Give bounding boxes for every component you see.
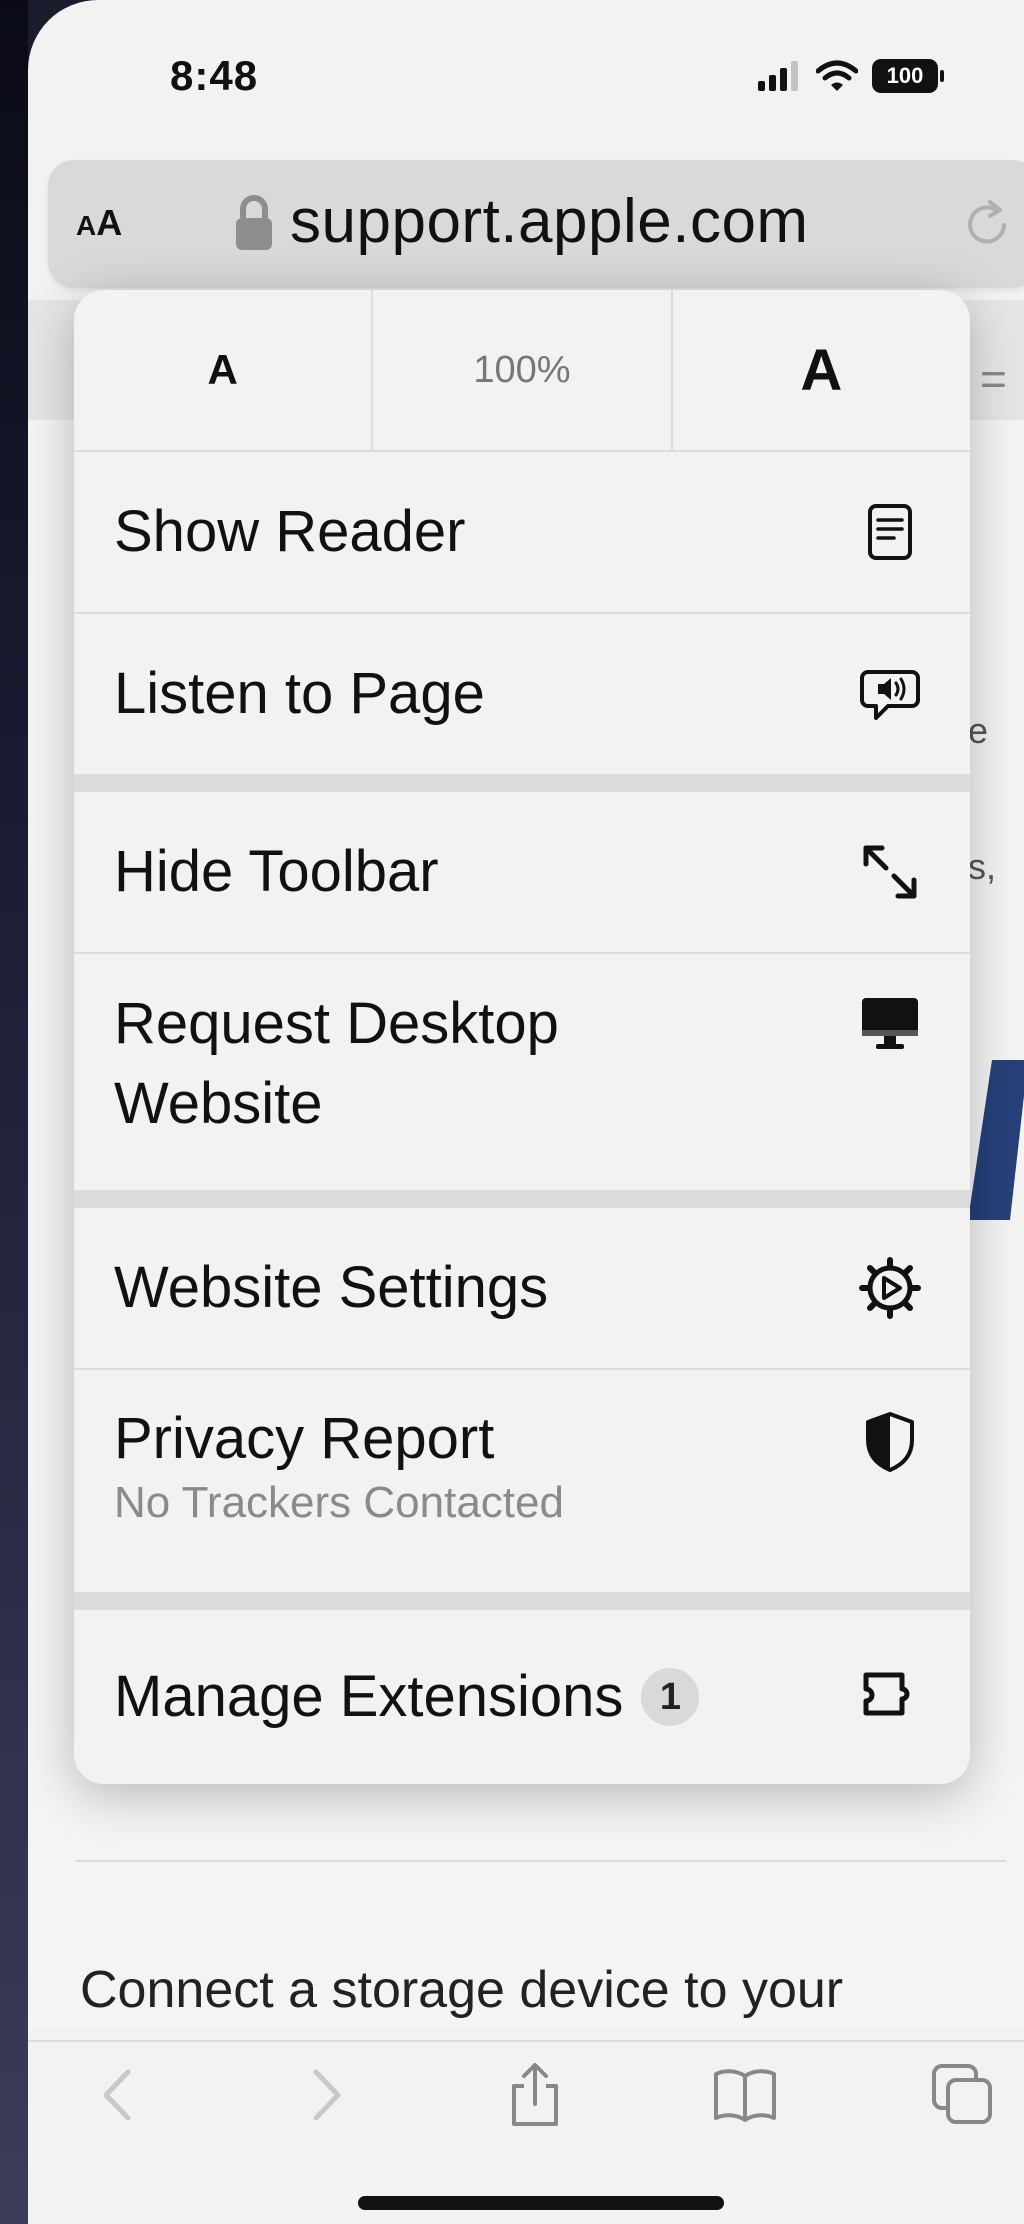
battery-level: 100 [886, 63, 924, 88]
zoom-level[interactable]: 100% [371, 290, 670, 450]
menu-item-label: Show Reader [114, 499, 466, 565]
gear-icon [859, 1257, 921, 1319]
status-icons: 100 [758, 56, 944, 96]
menu-group-separator [74, 1592, 970, 1610]
wifi-icon [816, 60, 858, 91]
privacy-report-text: Privacy Report No Trackers Contacted [114, 1404, 564, 1528]
request-desktop-website-item[interactable]: Request Desktop Website [74, 954, 970, 1190]
menu-item-label: Website Settings [114, 1255, 549, 1321]
aa-large-letter: A [96, 202, 123, 243]
menu-item-label: Listen to Page [114, 661, 485, 727]
menu-group-separator [74, 774, 970, 792]
battery-icon: 100 [872, 59, 944, 93]
page-text-fragment: e [968, 710, 989, 751]
page-paragraph: Connect a storage device to your [80, 1961, 844, 2019]
menu-item-label: Request Desktop Website [114, 984, 559, 1144]
page-settings-button[interactable]: AA [76, 202, 122, 244]
url-text[interactable]: support.apple.com [290, 186, 809, 257]
cellular-signal-icon [758, 61, 798, 91]
lock-icon [236, 195, 272, 250]
menu-item-label: Privacy Report [114, 1406, 495, 1471]
speech-bubble-icon [860, 670, 920, 720]
back-icon[interactable] [84, 2060, 154, 2130]
font-size-row: A 100% A [74, 290, 970, 452]
manage-extensions-item[interactable]: Manage Extensions 1 [74, 1610, 970, 1784]
show-reader-item[interactable]: Show Reader [74, 452, 970, 612]
reload-icon[interactable] [960, 198, 1014, 252]
page-menu: A 100% A Show Reader Listen to Page Hide… [74, 290, 970, 1784]
listen-to-page-item[interactable]: Listen to Page [74, 614, 970, 774]
shield-icon [866, 1412, 914, 1472]
safari-screen: 8:48 100 AA support.apple.com = e s, Con… [28, 0, 1024, 2224]
page-text-fragment: s, [968, 846, 997, 887]
reader-icon [868, 504, 912, 560]
privacy-report-item[interactable]: Privacy Report No Trackers Contacted [74, 1370, 970, 1592]
device-bezel [0, 0, 28, 2224]
page-menu-icon[interactable]: = [980, 352, 1007, 406]
menu-item-label: Hide Toolbar [114, 839, 439, 905]
forward-icon[interactable] [290, 2060, 360, 2130]
share-icon[interactable] [500, 2060, 570, 2130]
manage-extensions-label-wrap: Manage Extensions 1 [114, 1656, 700, 1737]
home-indicator[interactable] [358, 2196, 724, 2210]
privacy-report-subtitle: No Trackers Contacted [114, 1477, 564, 1527]
menu-item-label: Manage Extensions [114, 1664, 624, 1730]
menu-item-label-line-1: Request Desktop [114, 991, 559, 1056]
extension-icon [863, 1672, 910, 1716]
menu-group-separator [74, 1190, 970, 1208]
tabs-icon[interactable] [928, 2060, 998, 2130]
desktop-icon [862, 998, 918, 1049]
status-time: 8:48 [170, 52, 259, 99]
extension-count-badge: 1 [641, 1668, 700, 1726]
aa-small-letter: A [76, 210, 97, 241]
increase-font-button[interactable]: A [670, 290, 970, 450]
page-divider [76, 1860, 1006, 1862]
decrease-font-button[interactable]: A [74, 290, 371, 450]
hide-toolbar-item[interactable]: Hide Toolbar [74, 792, 970, 952]
bookmarks-icon[interactable] [710, 2060, 780, 2130]
menu-item-label-line-2: Website [114, 1071, 323, 1137]
website-settings-item[interactable]: Website Settings [74, 1208, 970, 1368]
expand-arrows-icon [863, 845, 917, 899]
